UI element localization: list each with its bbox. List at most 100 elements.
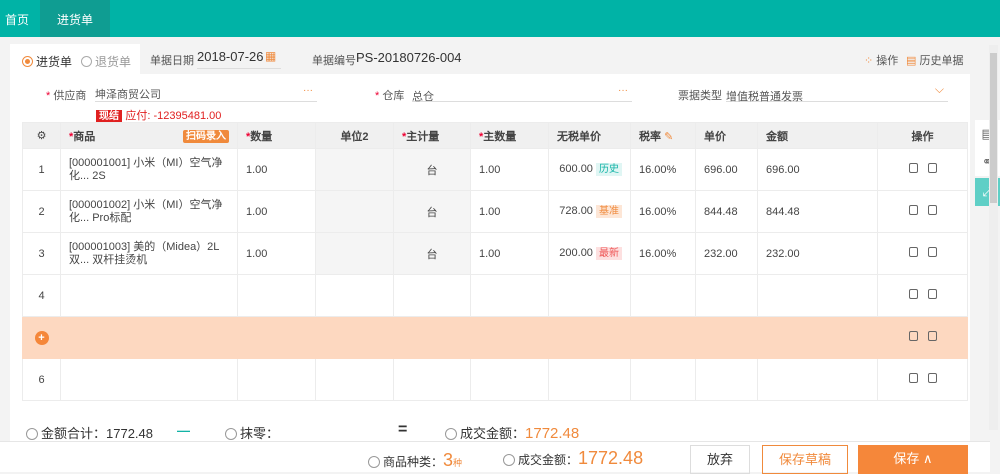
tax-cell[interactable]: 16.00% — [630, 232, 696, 275]
amount-cell[interactable]: 696.00 — [757, 148, 878, 191]
copy-row-icon[interactable] — [927, 373, 937, 383]
copy-row-icon[interactable] — [927, 163, 937, 173]
supplier-label: 供应商 — [53, 90, 87, 102]
footer-deal-amount: 成交金额：1772.48 — [503, 448, 643, 469]
col-price-ex-tax: 无税单价 — [548, 122, 631, 149]
qty-cell[interactable]: 1.00 — [237, 148, 316, 191]
kinds-count: 商品种类：3种 — [368, 450, 462, 471]
equals-sign: = — [398, 421, 408, 438]
col-main-unit: *主计量 — [393, 122, 471, 149]
row-actions — [877, 190, 968, 233]
tax-cell[interactable]: 16.00% — [630, 190, 696, 233]
price-ex-tax-cell[interactable]: 600.00 历史 — [548, 148, 631, 191]
settings-icon[interactable]: ⚙ — [22, 122, 61, 149]
delete-icon[interactable] — [908, 205, 918, 215]
row-actions — [877, 358, 968, 401]
price-cell[interactable]: 696.00 — [695, 148, 758, 191]
row-number: 6 — [22, 358, 61, 401]
product-cell[interactable]: [000001001] 小米（MI）空气净化... 2S — [60, 148, 238, 191]
unit2-cell — [315, 148, 394, 191]
amount-cell[interactable]: 232.00 — [757, 232, 878, 275]
tax-cell[interactable]: 16.00% — [630, 148, 696, 191]
purchase-form: 进货单 退货单 单据日期 2018-07-26 ▦ 单据编号 PS-201807… — [10, 44, 970, 444]
invoice-select[interactable]: 增值税普通发票 ⌵ — [726, 82, 948, 103]
col-main-qty: *主数量 — [470, 122, 549, 149]
col-qty: *数量 — [237, 122, 316, 149]
price-ex-tax-cell[interactable]: 728.00 基准 — [548, 190, 631, 233]
more-icon: ··· — [303, 85, 313, 96]
unit2-cell — [315, 232, 394, 275]
amount-cell[interactable]: 844.48 — [757, 190, 878, 233]
history-icon: ▤ — [906, 55, 917, 67]
deal-amount: 成交金额：1772.48 — [445, 423, 579, 442]
col-product: *商品 扫码录入 — [60, 122, 238, 149]
copy-row-icon[interactable] — [927, 289, 937, 299]
save-draft-button[interactable]: 保存草稿 — [762, 445, 848, 474]
unit-cell: 台 — [393, 190, 471, 233]
tag-icon — [503, 454, 515, 466]
main-qty-cell[interactable]: 1.00 — [470, 232, 549, 275]
supplier-input[interactable]: 坤泽商贸公司 ··· — [95, 82, 317, 102]
product-cell[interactable]: [000001003] 美的（Midea）2L 双... 双杆挂烫机 — [60, 232, 238, 275]
history-link[interactable]: ▤ 历史单据 — [906, 52, 963, 68]
row-actions — [877, 274, 968, 317]
table-row[interactable]: 6 — [22, 358, 968, 401]
price-ex-tax-cell[interactable]: 200.00 最新 — [548, 232, 631, 275]
chevron-down-icon: ⌵ — [934, 82, 944, 96]
copy-row-icon[interactable] — [927, 205, 937, 215]
row-actions — [877, 232, 968, 275]
table-row[interactable]: 4 — [22, 274, 968, 317]
col-actions: 操作 — [877, 122, 968, 149]
qty-cell[interactable]: 1.00 — [237, 190, 316, 233]
row-number: 4 — [22, 274, 61, 317]
delete-icon[interactable] — [908, 289, 918, 299]
main-qty-cell[interactable]: 1.00 — [470, 148, 549, 191]
radio-label: 进货单 — [36, 55, 73, 69]
qty-cell[interactable]: 1.00 — [237, 232, 316, 275]
radio-purchase[interactable]: 进货单 — [22, 53, 72, 70]
round-off[interactable]: 抹零： — [225, 423, 279, 442]
row-number: 1 — [22, 148, 61, 191]
discard-button[interactable]: 放弃 — [690, 445, 750, 474]
add-row-icon[interactable]: + — [34, 330, 49, 345]
invoice-label: 票据类型 — [678, 90, 722, 102]
product-cell[interactable]: [000001002] 小米（MI）空气净化... Pro标配 — [60, 190, 238, 233]
table-row[interactable]: 2 [000001002] 小米（MI）空气净化... Pro标配 1.00 台… — [22, 190, 968, 233]
delete-icon[interactable] — [908, 163, 918, 173]
row-actions — [877, 316, 968, 359]
number-label: 单据编号 — [312, 55, 356, 67]
yen-icon — [26, 428, 38, 440]
edit-icon[interactable]: ✎ — [664, 131, 673, 143]
col-unit2: 单位2 — [315, 122, 394, 149]
copy-row-icon[interactable] — [927, 247, 937, 257]
delete-icon[interactable] — [908, 331, 918, 341]
add-row[interactable]: + — [22, 316, 968, 359]
main-qty-cell[interactable]: 1.00 — [470, 190, 549, 233]
col-price: 单价 — [695, 122, 758, 149]
scrollbar[interactable] — [989, 45, 998, 430]
price-cell[interactable]: 844.48 — [695, 190, 758, 233]
warehouse-input[interactable]: 总仓 ··· — [412, 82, 632, 103]
total-amount: 金额合计：1772.48 — [26, 423, 153, 442]
price-cell[interactable]: 232.00 — [695, 232, 758, 275]
payable-text: 应付: -12395481.00 — [125, 110, 222, 122]
table-row[interactable]: 3 [000001003] 美的（Midea）2L 双... 双杆挂烫机 1.0… — [22, 232, 968, 275]
unit-cell: 台 — [393, 232, 471, 275]
row-number: 3 — [22, 232, 61, 275]
table-row[interactable]: 1 [000001001] 小米（MI）空气净化... 2S 1.00 台 1.… — [22, 148, 968, 191]
copy-row-icon[interactable] — [927, 331, 937, 341]
delete-icon[interactable] — [908, 373, 918, 383]
radio-return[interactable]: 退货单 — [81, 53, 131, 70]
radio-label: 退货单 — [95, 55, 132, 69]
calendar-icon[interactable]: ▦ — [265, 49, 276, 63]
price-source-tag: 基准 — [596, 205, 622, 218]
tab-home[interactable]: 首页 — [5, 0, 29, 37]
tab-purchase[interactable]: 进货单 — [40, 0, 110, 37]
row-number: 2 — [22, 190, 61, 233]
scan-input-button[interactable]: 扫码录入 — [183, 129, 229, 143]
delete-icon[interactable] — [908, 247, 918, 257]
save-button[interactable]: 保存 ∧ — [858, 445, 968, 474]
unit2-cell — [315, 190, 394, 233]
ops-link[interactable]: ⁘ 操作 — [864, 52, 898, 68]
number-value: PS-20180726-004 — [356, 50, 462, 65]
